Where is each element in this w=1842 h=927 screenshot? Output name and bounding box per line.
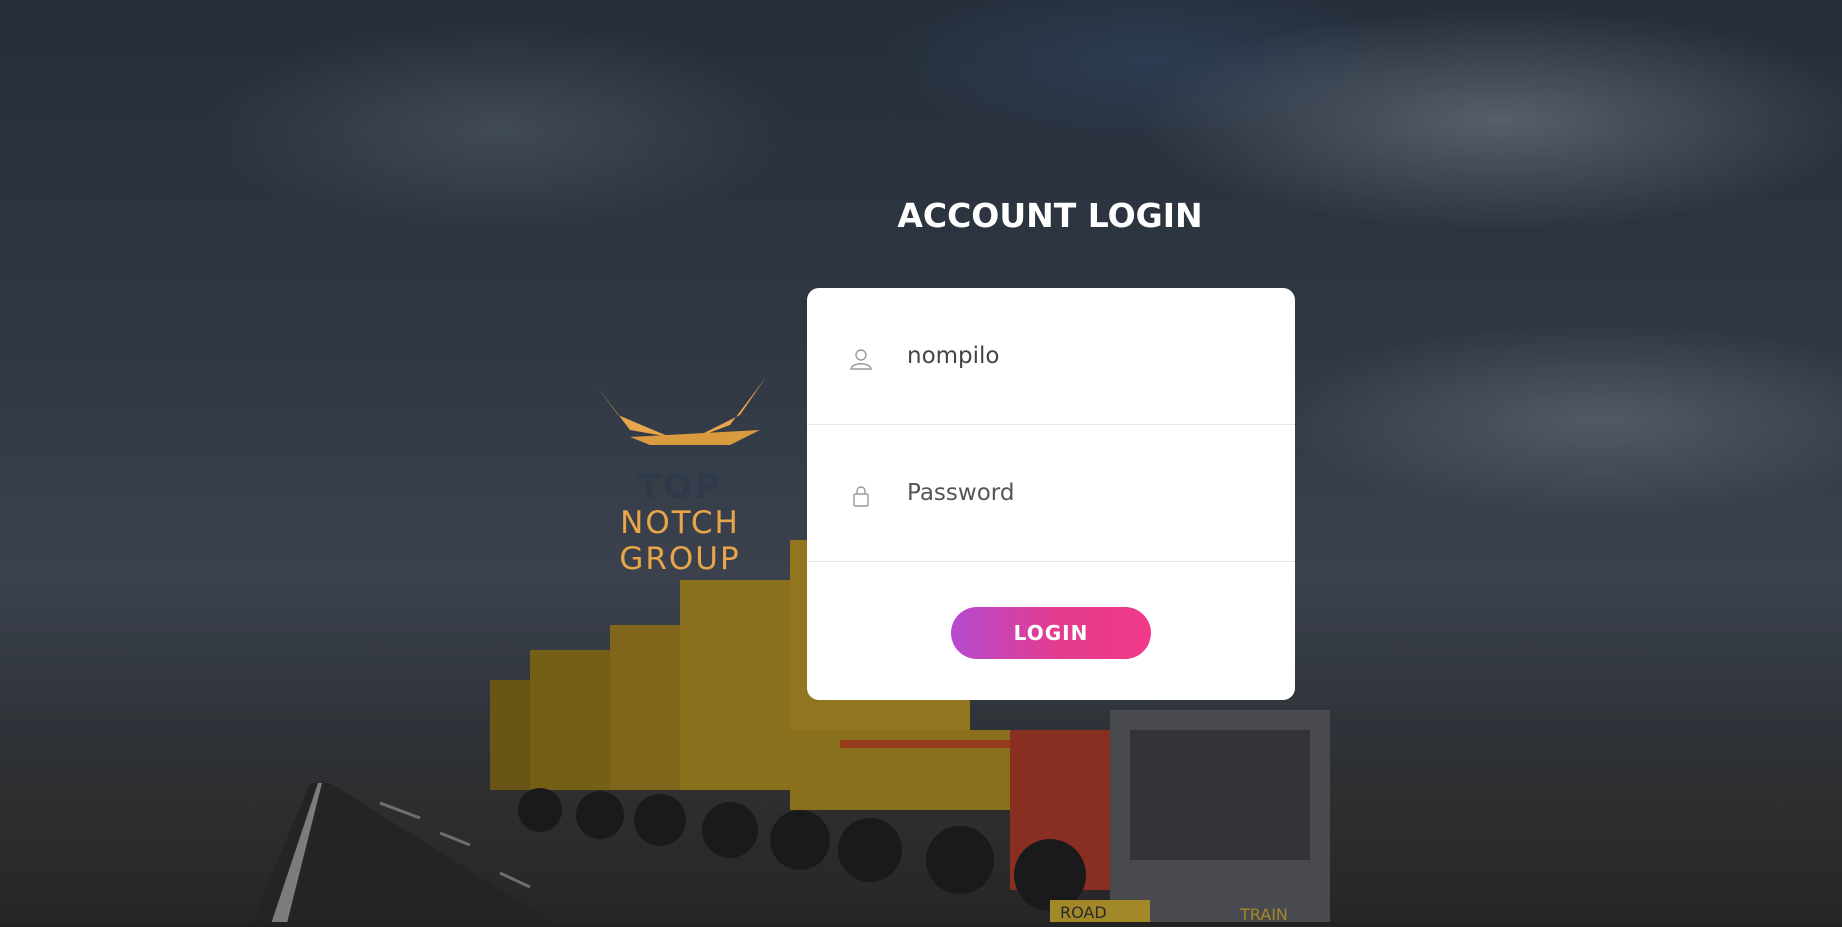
page-title: ACCOUNT LOGIN [897, 196, 1203, 235]
password-row [807, 425, 1295, 562]
lock-icon [853, 486, 869, 507]
bottom-strip [0, 922, 1842, 927]
username-row [807, 288, 1295, 425]
wings-logo-icon [596, 377, 766, 445]
brand-line-bottom: NOTCH GROUP [619, 505, 741, 577]
user-icon [850, 349, 872, 370]
brand-line-top: TOP [636, 467, 723, 507]
username-input[interactable] [907, 333, 1257, 379]
login-button[interactable]: LOGIN [951, 607, 1151, 659]
password-input[interactable] [907, 470, 1257, 516]
login-card: LOGIN [807, 288, 1295, 700]
brand-logo: TOP NOTCH GROUP [560, 375, 800, 577]
